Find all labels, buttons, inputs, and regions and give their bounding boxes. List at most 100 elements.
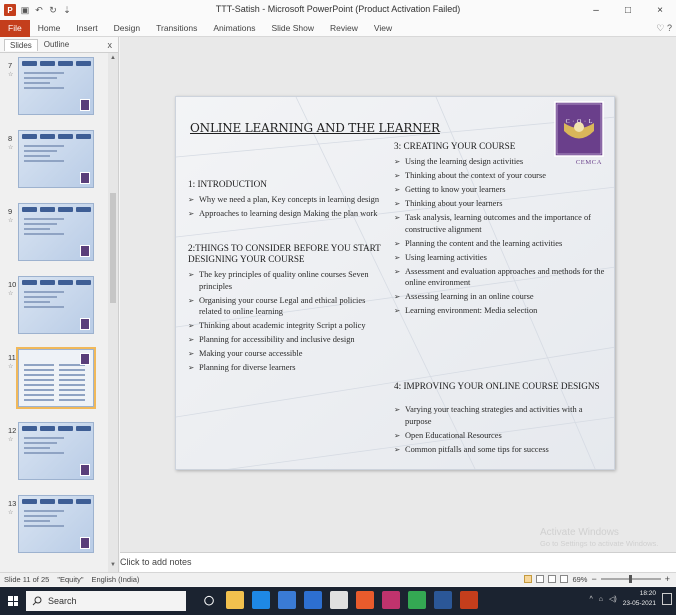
bullet-item: Using the learning design activities: [394, 156, 609, 168]
network-icon[interactable]: ⌂: [599, 596, 603, 603]
bullet-item: Making your course accessible: [188, 348, 388, 360]
close-button[interactable]: ×: [644, 0, 676, 20]
tab-slides[interactable]: Slides: [4, 38, 38, 51]
chrome-icon[interactable]: [408, 591, 426, 609]
thumbnail-text-line: [24, 364, 54, 366]
task-view-icon[interactable]: ◯: [200, 591, 218, 609]
window-title: TTT-Satish - Microsoft PowerPoint (Produ…: [215, 4, 461, 14]
slide-show-button[interactable]: [560, 575, 569, 583]
bullet-item: Learning environment: Media selection: [394, 305, 609, 317]
current-slide[interactable]: ONLINE LEARNING AND THE LEARNER C · O · …: [175, 96, 615, 470]
thumbnail-nav-bar: [40, 207, 55, 212]
thumbnail-nav-bar: [76, 134, 91, 139]
slide-number: 13: [8, 499, 17, 508]
help-icon[interactable]: ♡ ?: [656, 23, 672, 34]
zoom-slider-knob[interactable]: [628, 575, 632, 583]
bullet-item: Thinking about the context of your cours…: [394, 170, 609, 182]
slide-thumbnail-row[interactable]: 10 ☆: [0, 276, 108, 348]
powerpoint-logo-icon[interactable]: P: [4, 4, 16, 16]
bullet-item: Why we need a plan, Key concepts in lear…: [188, 194, 393, 206]
clock-date: 23-05-2021: [622, 600, 656, 607]
thumbnail-logo-icon: [80, 99, 90, 111]
notes-pane[interactable]: Click to add notes: [120, 552, 676, 572]
tab-file[interactable]: File: [0, 19, 30, 37]
tab-home[interactable]: Home: [30, 20, 69, 37]
powerpoint-icon[interactable]: [460, 591, 478, 609]
office-icon[interactable]: [356, 591, 374, 609]
slide-counter: Slide 11 of 25: [4, 575, 50, 584]
undo-icon[interactable]: ↶: [34, 5, 44, 15]
slide-thumbnail-row[interactable]: 9 ☆: [0, 203, 108, 275]
zoom-in-button[interactable]: +: [665, 574, 670, 584]
slide-thumbnail[interactable]: [18, 495, 94, 553]
minimize-button[interactable]: –: [580, 0, 612, 20]
notes-placeholder[interactable]: Click to add notes: [120, 557, 192, 567]
reading-view-button[interactable]: [548, 575, 557, 583]
close-panel-icon[interactable]: x: [108, 40, 113, 50]
tab-slide-show[interactable]: Slide Show: [263, 20, 322, 37]
scroll-down-icon[interactable]: ▼: [109, 562, 117, 570]
photos-icon[interactable]: [382, 591, 400, 609]
tab-design[interactable]: Design: [106, 20, 148, 37]
zoom-slider[interactable]: [600, 575, 661, 583]
thumbnail-text-line: [24, 510, 64, 512]
scroll-up-icon[interactable]: ▲: [109, 55, 117, 63]
slide-number: 10: [8, 280, 17, 289]
normal-view-button[interactable]: [524, 575, 533, 583]
edge-icon[interactable]: [252, 591, 270, 609]
redo-icon[interactable]: ↻: [48, 5, 58, 15]
save-icon[interactable]: ▣: [20, 5, 30, 15]
scroll-thumb[interactable]: [110, 193, 116, 303]
calendar-icon[interactable]: [330, 591, 348, 609]
thumbnail-text-line: [24, 150, 57, 152]
slide-thumbnail-row[interactable]: 7 ☆: [0, 57, 108, 129]
tab-transitions[interactable]: Transitions: [148, 20, 205, 37]
taskbar-search[interactable]: Search: [26, 591, 186, 611]
thumbnail-text-line: [24, 515, 57, 517]
language-indicator[interactable]: English (India): [91, 575, 139, 584]
thumbnail-text-line: [24, 379, 54, 381]
tab-insert[interactable]: Insert: [68, 20, 105, 37]
animation-star-icon: ☆: [8, 510, 14, 516]
slide-thumbnail[interactable]: [18, 130, 94, 188]
slide-thumbnail-row[interactable]: 11 ☆: [0, 347, 108, 421]
slide-thumbnail-row[interactable]: 8 ☆: [0, 130, 108, 202]
start-button[interactable]: [0, 587, 26, 615]
mail-icon[interactable]: [304, 591, 322, 609]
word-icon[interactable]: [434, 591, 452, 609]
thumbnail-logo-icon: [80, 172, 90, 184]
zoom-out-button[interactable]: −: [591, 574, 596, 584]
slide-thumbnail[interactable]: [18, 57, 94, 115]
slide-thumbnail[interactable]: [16, 347, 96, 409]
animation-star-icon: ☆: [8, 72, 14, 78]
clock[interactable]: 18:20 23-05-2021: [623, 589, 656, 609]
thumbnail-text-line: [24, 72, 64, 74]
animation-star-icon: ☆: [8, 364, 14, 370]
bullet-item: Thinking about academic integrity Script…: [188, 320, 388, 332]
slide-thumbnail-row[interactable]: 13 ☆: [0, 495, 108, 567]
thumbnail-scrollbar[interactable]: ▲ ▼: [108, 53, 118, 572]
file-explorer-icon[interactable]: [226, 591, 244, 609]
thumbnail-text-line: [59, 389, 85, 391]
tab-review[interactable]: Review: [322, 20, 366, 37]
slide-thumbnail-row[interactable]: 12 ☆: [0, 422, 108, 494]
store-icon[interactable]: [278, 591, 296, 609]
tab-outline[interactable]: Outline: [38, 38, 75, 51]
slide-thumbnails: 7 ☆ 8 ☆ 9 ☆ 10 ☆ 11 ☆ 12 ☆ 13 ☆: [0, 53, 108, 572]
slide-thumbnail[interactable]: [18, 422, 94, 480]
search-placeholder: Search: [48, 596, 77, 606]
slide-thumbnail[interactable]: [18, 203, 94, 261]
slides-panel: Slides Outline x 7 ☆ 8 ☆ 9 ☆ 10 ☆ 11 ☆ 12 ☆ 13 ☆ ▲ ▼: [0, 37, 119, 572]
zoom-level[interactable]: 69%: [572, 575, 587, 584]
tray-chevron-icon[interactable]: ^: [590, 596, 593, 603]
volume-icon[interactable]: ◁): [609, 595, 617, 603]
tab-view[interactable]: View: [366, 20, 400, 37]
notifications-icon[interactable]: [662, 593, 672, 605]
customize-icon[interactable]: ⇣: [62, 5, 72, 15]
slide-thumbnail[interactable]: [18, 276, 94, 334]
tab-animations[interactable]: Animations: [205, 20, 263, 37]
system-tray: ^ ⌂ ◁) 18:20 23-05-2021: [590, 589, 672, 609]
slide-title[interactable]: ONLINE LEARNING AND THE LEARNER: [190, 121, 440, 135]
maximize-button[interactable]: □: [612, 0, 644, 20]
slide-sorter-button[interactable]: [536, 575, 545, 583]
